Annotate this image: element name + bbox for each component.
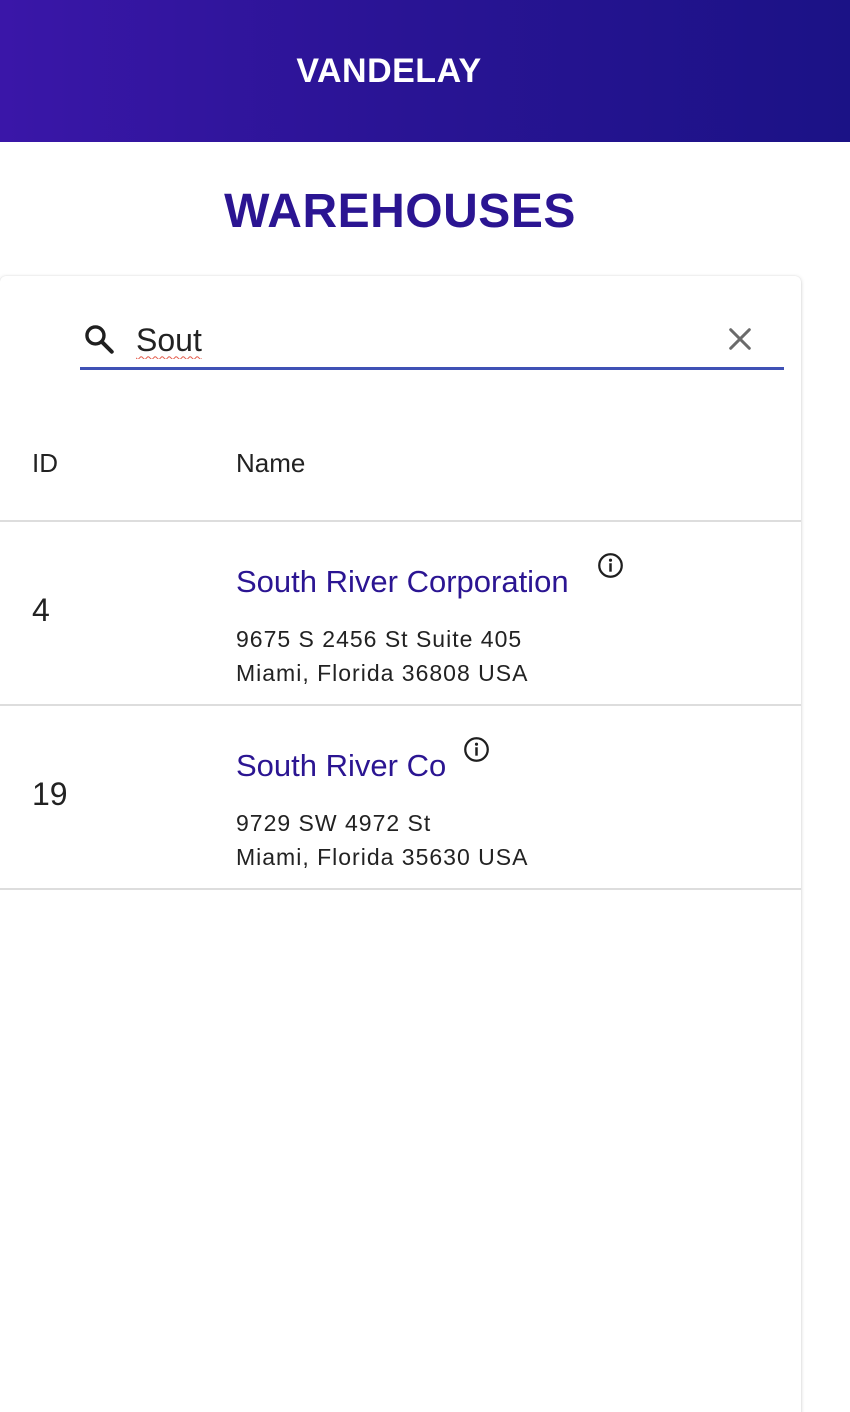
table-row: 4 South River Corporation 9675 S 2456 St… <box>0 522 801 704</box>
row-id: 4 <box>32 592 50 628</box>
search-bar <box>80 314 784 370</box>
address-line-1: 9675 S 2456 St Suite 405 <box>236 626 523 652</box>
address-line-1: 9729 SW 4972 St <box>236 810 432 836</box>
warehouse-name-link[interactable]: South River Corporation <box>236 564 569 600</box>
page: VANDELAY WAREHOUSES ID Name 4 South Rive… <box>0 0 850 1412</box>
address-line-2: Miami, Florida 36808 USA <box>236 660 529 686</box>
row-id: 19 <box>32 776 68 812</box>
table-row: 19 South River Co 9729 SW 4972 St Miami,… <box>0 706 801 888</box>
column-header-name[interactable]: Name <box>236 448 305 479</box>
info-icon[interactable] <box>463 736 490 763</box>
column-header-id[interactable]: ID <box>32 448 58 479</box>
search-icon <box>85 325 114 354</box>
address-line-2: Miami, Florida 35630 USA <box>236 844 529 870</box>
page-title: WAREHOUSES <box>224 185 576 238</box>
search-input[interactable] <box>136 316 716 364</box>
warehouses-card: ID Name 4 South River Corporation 9675 S… <box>0 276 801 1412</box>
close-icon[interactable] <box>724 323 756 355</box>
warehouse-name-link[interactable]: South River Co <box>236 748 446 784</box>
row-divider <box>0 888 801 890</box>
info-icon[interactable] <box>597 552 624 579</box>
app-title: VANDELAY <box>296 52 482 90</box>
app-header: VANDELAY <box>0 0 850 142</box>
